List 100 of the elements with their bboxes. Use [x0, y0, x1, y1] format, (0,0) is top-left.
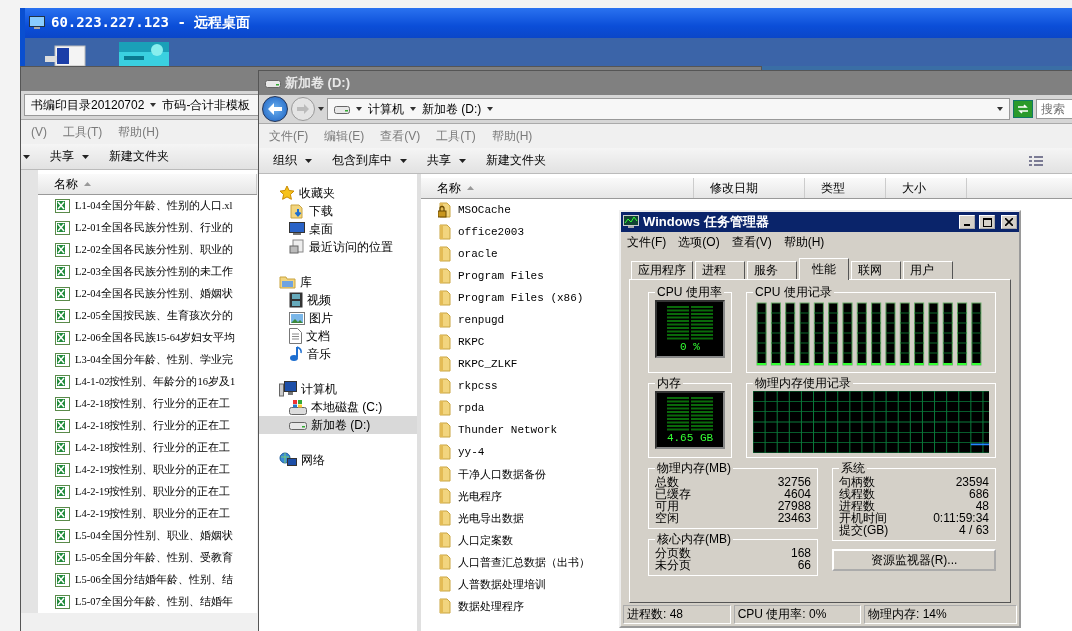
file-row[interactable]: L5-05全国分年龄、性别、受教育 — [38, 547, 257, 569]
address-bar[interactable]: 计算机 新加卷 (D:) — [327, 98, 1010, 120]
nav-item[interactable]: 网络 — [259, 451, 417, 469]
column-header[interactable]: 类型 — [805, 178, 886, 198]
nav-item[interactable]: 计算机 — [259, 380, 417, 398]
file-row[interactable]: L2-06全国各民族15-64岁妇女平均 — [38, 327, 257, 349]
group-label: 物理内存使用记录 — [754, 377, 852, 389]
column-header[interactable]: 修改日期 — [694, 178, 805, 198]
cpu-core-graph — [770, 302, 781, 366]
minimize-button[interactable] — [959, 215, 975, 229]
breadcrumb-item[interactable]: 计算机 — [368, 100, 404, 118]
file-row[interactable]: L4-2-19按性别、职业分的正在工 — [38, 459, 257, 481]
menu-item[interactable]: 文件(F) — [627, 233, 667, 251]
nav-item[interactable]: 音乐 — [259, 345, 417, 363]
column-header[interactable]: 名称 — [38, 174, 257, 194]
folder-row[interactable]: renpugd — [421, 309, 509, 331]
toolbar-button[interactable]: 包含到库中 — [332, 150, 407, 171]
caret-icon — [459, 158, 466, 163]
address-bar[interactable]: 书编印目录20120702 市码-合计非模板 — [24, 94, 260, 116]
tab[interactable]: 服务 — [747, 261, 797, 279]
nav-item[interactable]: 库 — [259, 273, 417, 291]
toolbar-button[interactable]: 新建文件夹 — [109, 146, 169, 167]
folder-row[interactable]: rpda — [421, 397, 489, 419]
nav-item[interactable]: 图片 — [259, 309, 417, 327]
folder-row[interactable]: 人普数据处理培训 — [421, 573, 550, 595]
tab[interactable]: 应用程序 — [631, 261, 693, 279]
file-name: L2-05全国按民族、生育孩次分的 — [75, 309, 233, 323]
folder-row[interactable]: 光电程序 — [421, 485, 506, 507]
menu-item[interactable]: 帮助(H) — [118, 123, 159, 141]
nav-item[interactable]: 文档 — [259, 327, 417, 345]
file-row[interactable]: L5-06全国分结婚年龄、性别、结 — [38, 569, 257, 591]
stat-value: 23594 — [955, 476, 989, 488]
breadcrumb-item[interactable]: 市码-合计非模板 — [162, 96, 251, 114]
file-row[interactable]: L5-04全国分性别、职业、婚姻状 — [38, 525, 257, 547]
file-row[interactable]: L4-1-02按性别、年龄分的16岁及1 — [38, 371, 257, 393]
caret-icon — [400, 158, 407, 163]
folder-row[interactable]: Thunder Network — [421, 419, 562, 441]
refresh-button[interactable] — [1013, 100, 1033, 118]
folder-row[interactable]: Program Files — [421, 265, 548, 287]
file-row[interactable]: L4-2-18按性别、行业分的正在工 — [38, 393, 257, 415]
back-button[interactable] — [262, 96, 288, 122]
folder-row[interactable]: 数据处理程序 — [421, 595, 528, 617]
file-row[interactable]: L5-07全国分年龄、性别、结婚年 — [38, 591, 257, 613]
file-row[interactable]: L2-01全国各民族分性别、行业的 — [38, 217, 257, 239]
folder-row[interactable]: Program Files (x86) — [421, 287, 588, 309]
nav-item[interactable]: 新加卷 (D:) — [259, 416, 417, 434]
menu-item[interactable]: 选项(O) — [678, 233, 720, 251]
folder-row[interactable]: 干净人口数据备份 — [421, 463, 550, 485]
folder-row[interactable]: rkpcss — [421, 375, 502, 397]
file-row[interactable]: L1-04全国分年龄、性别的人口.xl — [38, 195, 257, 217]
tab[interactable]: 用户 — [903, 261, 953, 279]
folder-icon — [438, 378, 452, 394]
folder-row[interactable]: office2003 — [421, 221, 528, 243]
folder-row[interactable]: 人口普查汇总数据（出书） — [421, 551, 594, 573]
folder-row[interactable]: 人口定案数 — [421, 529, 517, 551]
folder-row[interactable]: 光电导出数据 — [421, 507, 528, 529]
toolbar-button[interactable]: 新建文件夹 — [486, 150, 546, 171]
menu-item[interactable]: 帮助(H) — [783, 233, 825, 251]
menu-item[interactable]: 查看(V) — [731, 233, 772, 251]
tab[interactable]: 进程 — [695, 261, 745, 279]
file-row[interactable]: L2-03全国各民族分性别的未工作 — [38, 261, 257, 283]
file-row[interactable]: L2-02全国各民族分性别、职业的 — [38, 239, 257, 261]
maximize-button[interactable] — [979, 215, 995, 229]
file-row[interactable]: L4-2-18按性别、行业分的正在工 — [38, 415, 257, 437]
nav-item[interactable]: 收藏夹 — [259, 184, 417, 202]
nav-item[interactable]: 桌面 — [259, 220, 417, 238]
folder-row[interactable]: yy-4 — [421, 441, 489, 463]
breadcrumb-item[interactable]: 新加卷 (D:) — [422, 100, 482, 118]
folder-row[interactable]: RKPC_ZLKF — [421, 353, 522, 375]
breadcrumb-item[interactable]: 书编印目录20120702 — [31, 96, 145, 114]
column-header[interactable]: 大小 — [886, 178, 967, 198]
folder-row[interactable]: oracle — [421, 243, 502, 265]
toolbar-button[interactable]: 组织 — [273, 150, 312, 171]
chevron-icon — [356, 107, 362, 111]
stat-label: 未分页 — [655, 559, 691, 571]
nav-item[interactable]: 下载 — [259, 202, 417, 220]
file-row[interactable]: L2-05全国按民族、生育孩次分的 — [38, 305, 257, 327]
folder-row[interactable]: MSOCache — [421, 199, 515, 221]
file-row[interactable]: L3-04全国分年龄、性别、学业完 — [38, 349, 257, 371]
resource-monitor-button[interactable]: 资源监视器(R)... — [832, 549, 996, 571]
nav-item[interactable]: 最近访问的位置 — [259, 238, 417, 256]
nav-item[interactable]: 视频 — [259, 291, 417, 309]
file-row[interactable]: L4-2-19按性别、职业分的正在工 — [38, 481, 257, 503]
toolbar-button[interactable]: 共享 — [427, 150, 466, 171]
file-row[interactable]: L4-2-18按性别、行业分的正在工 — [38, 437, 257, 459]
toolbar-button[interactable]: 共享 — [50, 146, 89, 167]
menu-item[interactable]: (V) — [31, 125, 47, 139]
column-header[interactable]: 名称 — [421, 178, 694, 198]
file-row[interactable]: L2-04全国各民族分性别、婚姻状 — [38, 283, 257, 305]
tab[interactable]: 联网 — [851, 261, 901, 279]
nav-item[interactable]: 本地磁盘 (C:) — [259, 398, 417, 416]
folder-name: yy-4 — [458, 446, 485, 458]
close-button[interactable] — [1001, 215, 1017, 229]
stat-value: 686 — [968, 488, 989, 500]
file-row[interactable]: L4-2-19按性别、职业分的正在工 — [38, 503, 257, 525]
folder-name: 数据处理程序 — [458, 599, 524, 614]
menu-item[interactable]: 工具(T) — [63, 123, 103, 141]
folder-row[interactable]: RKPC — [421, 331, 489, 353]
tab[interactable]: 性能 — [799, 258, 849, 280]
search-field[interactable]: 搜索 — [1036, 99, 1072, 119]
